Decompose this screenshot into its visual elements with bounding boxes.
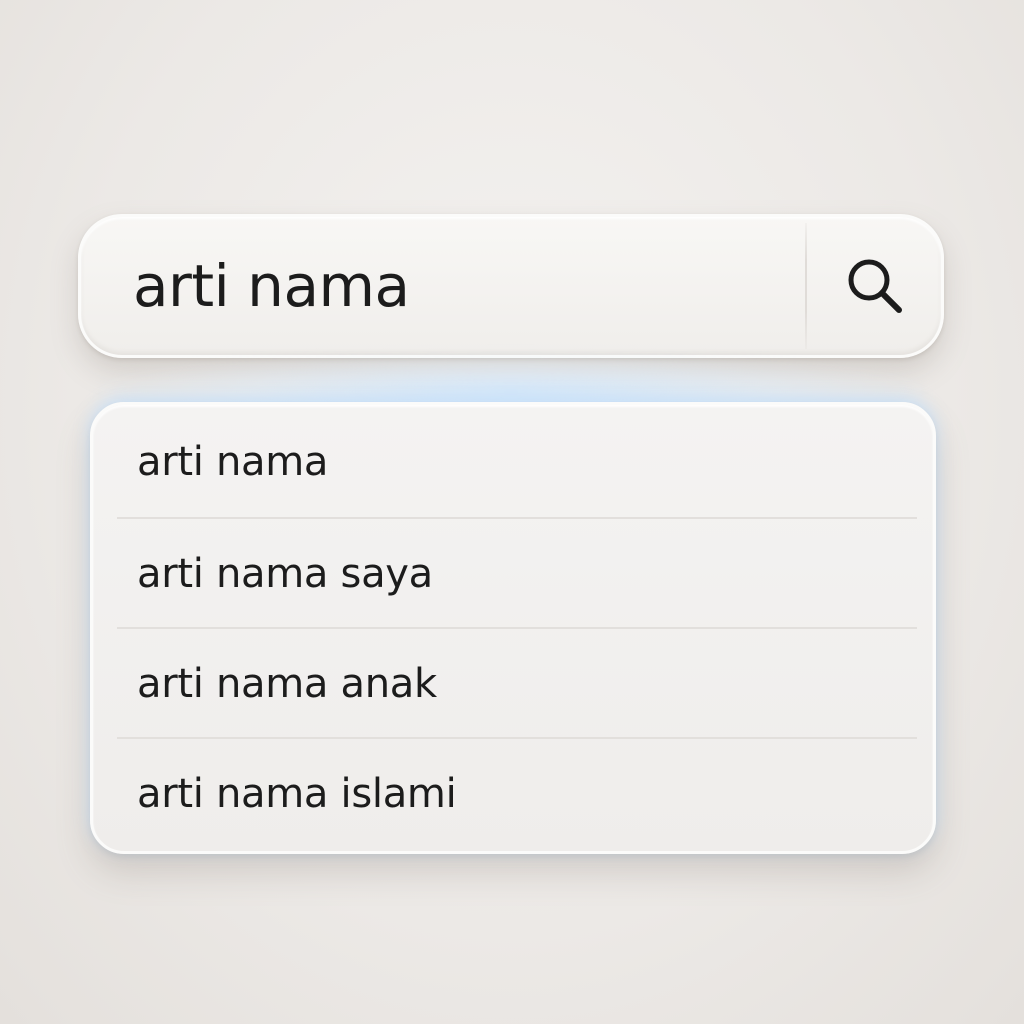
suggestion-label: arti nama saya bbox=[137, 551, 433, 597]
search-bar bbox=[78, 214, 944, 358]
suggestion-item[interactable]: arti nama islami bbox=[93, 739, 933, 849]
suggestion-label: arti nama islami bbox=[137, 771, 457, 817]
search-input[interactable] bbox=[133, 217, 793, 355]
suggestion-list: arti nama arti nama saya arti nama anak … bbox=[93, 405, 933, 849]
suggestion-item[interactable]: arti nama anak bbox=[93, 629, 933, 739]
search-divider bbox=[805, 223, 807, 349]
suggestion-item[interactable]: arti nama bbox=[93, 405, 933, 519]
suggestion-label: arti nama bbox=[137, 439, 329, 485]
suggestions-dropdown: arti nama arti nama saya arti nama anak … bbox=[90, 402, 936, 854]
search-icon bbox=[841, 252, 909, 320]
suggestion-item[interactable]: arti nama saya bbox=[93, 519, 933, 629]
suggestion-label: arti nama anak bbox=[137, 661, 437, 707]
search-button[interactable] bbox=[809, 217, 941, 355]
